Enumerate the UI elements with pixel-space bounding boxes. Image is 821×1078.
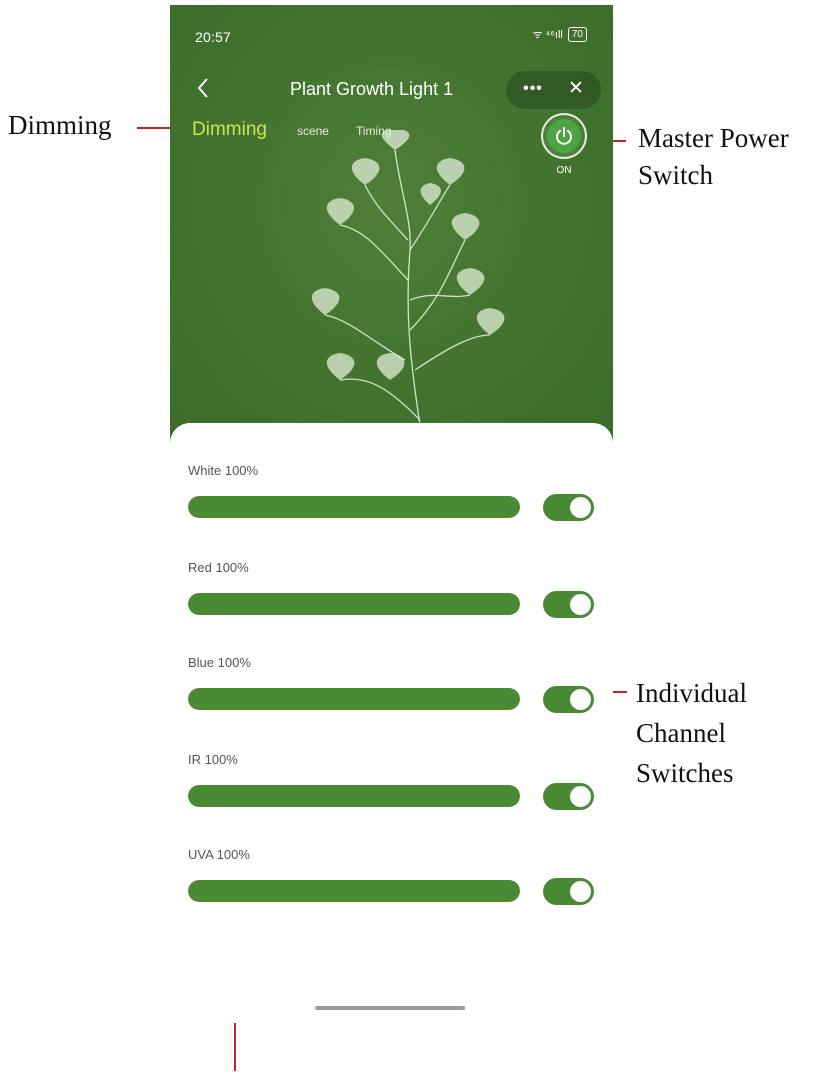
channel-toggle[interactable] bbox=[543, 686, 594, 713]
channel-toggle[interactable] bbox=[543, 494, 594, 521]
status-icons: ᯤ ⁴⁶ıll 70 bbox=[533, 27, 587, 42]
status-bar: 20:57 ᯤ ⁴⁶ıll 70 bbox=[170, 5, 613, 65]
callout-individual-line1: Individual bbox=[636, 678, 747, 708]
channel-toggle[interactable] bbox=[543, 591, 594, 618]
page-title: Plant Growth Light 1 bbox=[290, 79, 454, 99]
channel-toggle[interactable] bbox=[543, 878, 594, 905]
ginkgo-plant-illustration bbox=[311, 130, 505, 426]
callout-individual-line3: Switches bbox=[636, 758, 734, 788]
channel-label: Blue 100% bbox=[188, 655, 251, 670]
home-indicator bbox=[315, 1006, 465, 1010]
channel-label: Red 100% bbox=[188, 560, 249, 575]
tab-scene[interactable]: scene bbox=[297, 124, 329, 138]
toggle-knob bbox=[570, 497, 591, 518]
phone-screen: 20:57 ᯤ ⁴⁶ıll 70 Plant Growth Light 1 ••… bbox=[170, 5, 613, 1023]
slider-fill bbox=[188, 880, 520, 902]
tab-dimming[interactable]: Dimming bbox=[192, 119, 267, 141]
channel-uva: UVA 100% bbox=[188, 847, 598, 927]
power-icon bbox=[547, 119, 581, 153]
channel-ir: IR 100% bbox=[188, 752, 598, 832]
channel-label: UVA 100% bbox=[188, 847, 250, 862]
tab-timing[interactable]: Timing bbox=[356, 124, 392, 138]
close-button[interactable]: ✕ bbox=[561, 74, 591, 104]
toggle-knob bbox=[570, 689, 591, 710]
channel-label: IR 100% bbox=[188, 752, 238, 767]
slider-fill bbox=[188, 688, 520, 710]
battery-icon: 70 bbox=[567, 27, 587, 42]
channel-toggle[interactable] bbox=[543, 783, 594, 810]
callout-individual-line2: Channel bbox=[636, 718, 726, 748]
callout-master-power-line1: Master Power bbox=[638, 123, 789, 153]
master-power: ON bbox=[538, 113, 590, 176]
chevron-left-icon bbox=[197, 78, 208, 98]
nav-bar: Plant Growth Light 1 ••• ✕ bbox=[170, 71, 613, 111]
callout-master-power-line2: Switch bbox=[638, 160, 714, 190]
channel-white: White 100% bbox=[188, 463, 598, 543]
channel-panel: White 100% Red 100% Blue 100% IR 100% UV… bbox=[170, 423, 613, 1023]
channel-slider[interactable] bbox=[188, 688, 520, 710]
channel-slider[interactable] bbox=[188, 880, 520, 902]
signal-icon: ᯤ ⁴⁶ıll bbox=[532, 29, 563, 41]
power-state-label: ON bbox=[556, 165, 572, 176]
mode-tabs: Dimming scene Timing bbox=[192, 119, 419, 149]
mini-program-capsule: ••• ✕ bbox=[506, 71, 601, 109]
toggle-knob bbox=[570, 881, 591, 902]
toggle-knob bbox=[570, 786, 591, 807]
slider-fill bbox=[188, 496, 520, 518]
hero-area: 20:57 ᯤ ⁴⁶ıll 70 Plant Growth Light 1 ••… bbox=[170, 5, 613, 445]
back-button[interactable] bbox=[196, 77, 220, 103]
callout-dimming-line bbox=[137, 127, 172, 129]
more-button[interactable]: ••• bbox=[518, 74, 548, 104]
channel-slider[interactable] bbox=[188, 496, 520, 518]
channel-slider[interactable] bbox=[188, 593, 520, 615]
slider-fill bbox=[188, 593, 520, 615]
master-power-button[interactable] bbox=[541, 113, 587, 159]
channel-slider[interactable] bbox=[188, 785, 520, 807]
status-time: 20:57 bbox=[195, 29, 232, 45]
toggle-knob bbox=[570, 594, 591, 615]
channel-blue: Blue 100% bbox=[188, 655, 598, 735]
slider-fill bbox=[188, 785, 520, 807]
channel-label: White 100% bbox=[188, 463, 259, 478]
channel-red: Red 100% bbox=[188, 560, 598, 640]
callout-dimming: Dimming bbox=[8, 110, 112, 140]
